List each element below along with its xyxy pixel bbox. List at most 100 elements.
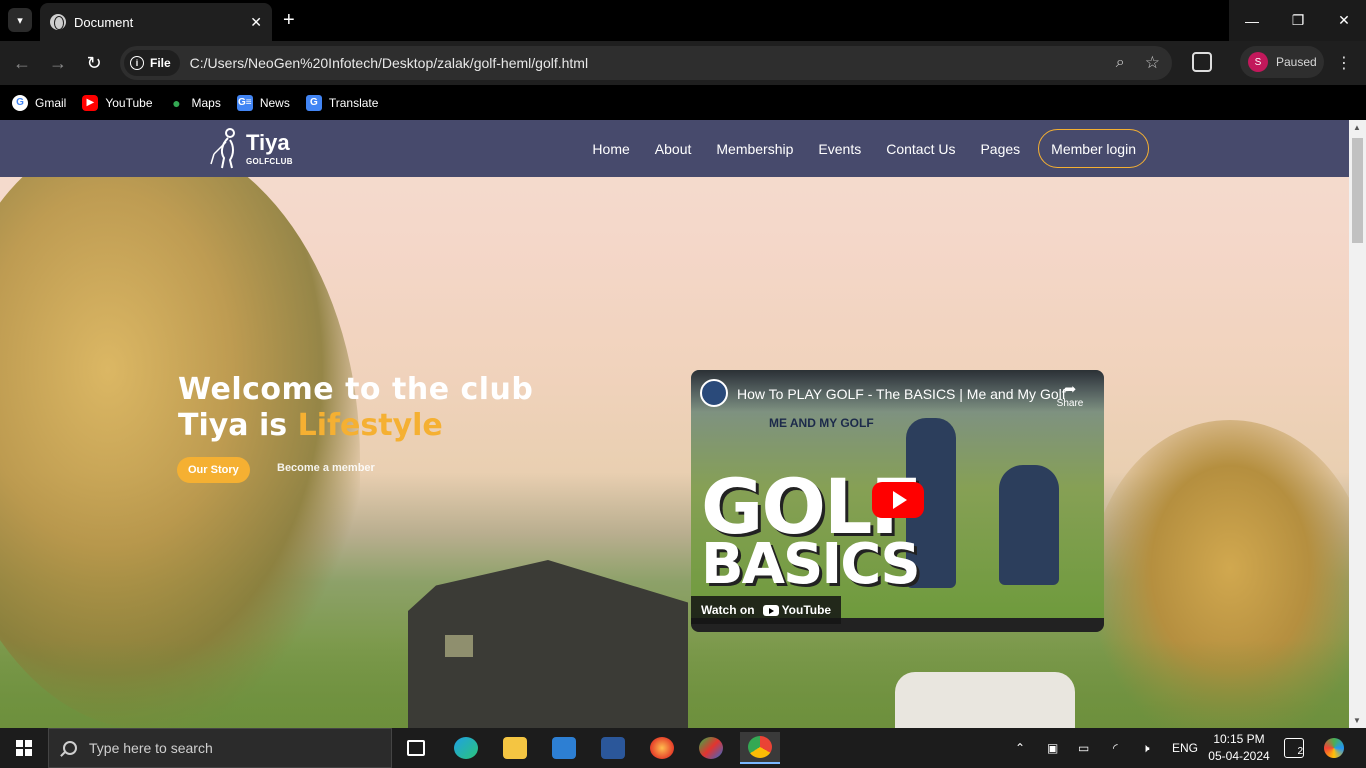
page-scrollbar[interactable]: ▲ ▼ — [1349, 120, 1366, 728]
google-icon: G — [12, 94, 28, 111]
video-title[interactable]: How To PLAY GOLF - The BASICS | Me and M… — [737, 386, 1066, 402]
url-text[interactable]: C:/Users/NeoGen%20Infotech/Desktop/zalak… — [190, 55, 1116, 71]
bookmark-star-icon[interactable]: ☆ — [1145, 53, 1160, 73]
logo-name: Tiya — [246, 130, 290, 155]
tab-search-icon[interactable]: ▾ — [8, 8, 32, 32]
member-login-button[interactable]: Member login — [1038, 129, 1149, 168]
nav-about[interactable]: About — [655, 141, 692, 157]
bookmark-label: Maps — [191, 95, 221, 110]
search-placeholder: Type here to search — [89, 740, 213, 756]
restore-icon[interactable]: ❐ — [1275, 0, 1321, 41]
clock-date: 05-04-2024 — [1208, 749, 1270, 763]
share-label: Share — [1056, 398, 1084, 409]
golf-cart — [895, 672, 1075, 728]
forward-arrow-icon[interactable]: → — [46, 51, 70, 75]
edge-icon[interactable] — [446, 732, 486, 764]
site-logo[interactable]: Tiya GOLFCLUB — [208, 128, 308, 170]
start-button[interactable] — [0, 728, 48, 768]
browser-tab[interactable]: Document ✕ — [40, 3, 272, 41]
our-story-button[interactable]: Our Story — [177, 457, 250, 483]
extensions-icon[interactable] — [1192, 52, 1212, 72]
new-tab-icon[interactable]: + — [283, 9, 295, 31]
nav-events[interactable]: Events — [818, 141, 861, 157]
golfer-logo-icon — [210, 128, 235, 169]
youtube-icon: ▶ — [82, 94, 99, 111]
notifications-icon[interactable]: 2 — [1284, 738, 1304, 758]
news-icon: G≡ — [236, 94, 253, 111]
bookmarks-bar: G Gmail ▶ YouTube ● Maps G≡ News G Trans… — [0, 85, 1366, 120]
youtube-icon — [762, 604, 779, 616]
nav-contact-us[interactable]: Contact Us — [886, 141, 955, 157]
minimize-icon[interactable]: — — [1229, 0, 1275, 41]
bookmark-label: Translate — [328, 95, 379, 110]
word-icon[interactable] — [593, 732, 633, 764]
watch-on-youtube-button[interactable]: Watch on YouTube — [691, 596, 842, 624]
bookmark-label: News — [259, 95, 290, 110]
firefox-icon[interactable] — [642, 732, 682, 764]
language-indicator[interactable]: ENG — [1172, 728, 1198, 768]
site-info-chip[interactable]: i File — [124, 50, 180, 76]
become-member-link[interactable]: Become a member — [277, 462, 375, 474]
translate-icon: G — [305, 94, 322, 111]
screen: ▾ Document ✕ + — ❐ ✕ ← → ↻ i File C:/Use… — [0, 0, 1366, 768]
video-overlay-subtitle: BASICS — [701, 532, 921, 597]
volume-muted-icon[interactable]: 🕨 — [1142, 728, 1150, 768]
bookmark-label: Gmail — [35, 95, 67, 110]
profile-button[interactable]: S Paused — [1240, 46, 1324, 78]
bookmark-gmail[interactable]: G Gmail — [12, 94, 67, 111]
battery-icon[interactable]: ▭ — [1078, 728, 1089, 768]
task-view-icon[interactable] — [396, 732, 436, 764]
avatar: S — [1248, 52, 1268, 72]
widgets-icon[interactable] — [1314, 732, 1354, 764]
main-nav: Home About Membership Events Contact Us … — [567, 129, 1149, 168]
clock-time: 10:15 PM — [1213, 732, 1265, 746]
windows-taskbar: Type here to search ⌃ ▣ ▭ ◜ 🕨 ENG 10:15 … — [0, 728, 1366, 768]
scroll-down-icon[interactable]: ▼ — [1353, 716, 1361, 725]
bookmark-maps[interactable]: ● Maps — [169, 95, 221, 111]
bookmark-label: YouTube — [105, 95, 153, 110]
mail-icon[interactable] — [544, 732, 584, 764]
bookmark-news[interactable]: G≡ News — [236, 94, 290, 111]
channel-avatar[interactable] — [700, 379, 728, 407]
taskbar-search[interactable]: Type here to search — [48, 728, 392, 768]
bookmark-translate[interactable]: G Translate — [305, 94, 379, 111]
scroll-thumb[interactable] — [1352, 138, 1363, 243]
page-viewport: Tiya GOLFCLUB Home About Membership Even… — [0, 120, 1349, 728]
close-window-icon[interactable]: ✕ — [1321, 0, 1366, 41]
system-clock[interactable]: 10:15 PM 05-04-2024 — [1206, 731, 1272, 765]
tab-close-icon[interactable]: ✕ — [250, 14, 262, 31]
tray-meet-icon[interactable]: ▣ — [1047, 728, 1058, 768]
youtube-logo: YouTube — [762, 603, 832, 617]
site-header: Tiya GOLFCLUB Home About Membership Even… — [0, 120, 1349, 177]
reload-icon[interactable]: ↻ — [82, 51, 106, 75]
address-bar[interactable]: i File C:/Users/NeoGen%20Infotech/Deskto… — [120, 46, 1172, 80]
bookmark-youtube[interactable]: ▶ YouTube — [82, 94, 153, 111]
search-icon — [63, 741, 77, 755]
share-icon: ➦ — [1063, 381, 1077, 398]
back-arrow-icon[interactable]: ← — [10, 51, 34, 75]
info-icon: i — [130, 56, 144, 70]
nav-home[interactable]: Home — [592, 141, 629, 157]
tab-title: Document — [74, 14, 134, 30]
file-explorer-icon[interactable] — [495, 732, 535, 764]
network-icon[interactable]: ◜ — [1113, 728, 1118, 768]
menu-kebab-icon[interactable]: ⋮ — [1336, 53, 1352, 73]
zoom-icon[interactable]: ⌕ — [1116, 54, 1125, 72]
app-globe-icon[interactable] — [691, 732, 731, 764]
nav-pages[interactable]: Pages — [980, 141, 1020, 157]
youtube-embed[interactable]: ME AND MY GOLF GOLF BASICS How To PLAY G… — [691, 370, 1104, 632]
logo-subtitle: GOLFCLUB — [246, 157, 293, 166]
coach-figure — [999, 465, 1059, 585]
nav-membership[interactable]: Membership — [716, 141, 793, 157]
play-button[interactable] — [872, 482, 924, 518]
tray-chevron-icon[interactable]: ⌃ — [1015, 728, 1025, 768]
share-button[interactable]: ➦ Share — [1055, 380, 1085, 409]
profile-status: Paused — [1276, 55, 1317, 69]
hero-title-line1: Welcome to the club — [178, 372, 534, 407]
browser-toolbar: ← → ↻ i File C:/Users/NeoGen%20Infotech/… — [0, 41, 1366, 85]
youtube-wordmark: YouTube — [781, 603, 832, 617]
video-brand: ME AND MY GOLF — [769, 416, 874, 430]
hero-title-line2: Tiya is Lifestyle — [178, 408, 443, 443]
chrome-icon[interactable] — [740, 732, 780, 764]
scroll-up-icon[interactable]: ▲ — [1353, 123, 1361, 132]
